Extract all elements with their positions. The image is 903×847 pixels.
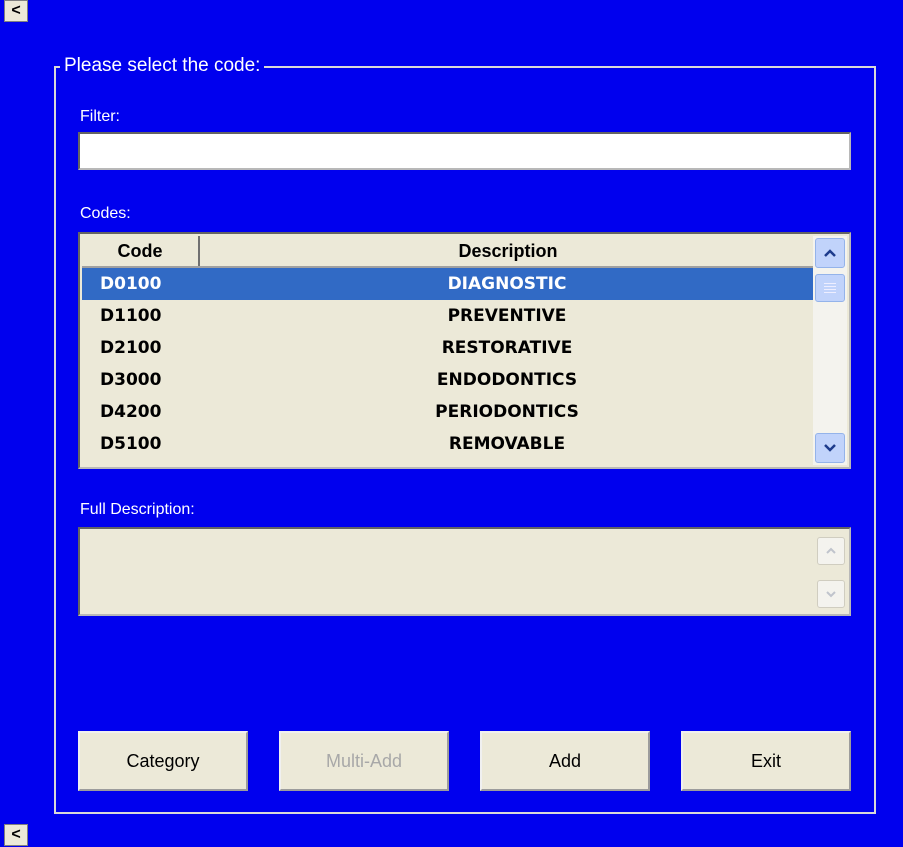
codes-rows: D0100 DIAGNOSTIC D1100 PREVENTIVE D2100 … <box>82 268 816 460</box>
codes-list[interactable]: Code Description D0100 DIAGNOSTIC D1100 … <box>78 232 851 469</box>
groupbox-title: Please select the code: <box>60 55 265 77</box>
multi-add-button[interactable]: Multi-Add <box>279 731 449 791</box>
category-button[interactable]: Category <box>78 731 248 791</box>
code-row-selected[interactable]: D0100 DIAGNOSTIC <box>82 268 816 300</box>
filter-input[interactable] <box>78 132 851 170</box>
exit-button[interactable]: Exit <box>681 731 851 791</box>
row-description: PREVENTIVE <box>447 306 567 326</box>
row-description: DIAGNOSTIC <box>447 274 567 294</box>
row-description: ENDODONTICS <box>436 370 578 390</box>
filter-label: Filter: <box>80 108 120 125</box>
chevron-up-icon <box>824 249 836 257</box>
full-description-box[interactable] <box>78 527 851 616</box>
scroll-up-button[interactable] <box>815 238 845 268</box>
desc-scroll-down-button <box>817 580 845 608</box>
collapse-top-button[interactable]: < <box>4 0 28 22</box>
row-description: PERIODONTICS <box>435 402 579 422</box>
code-row[interactable]: D1100 PREVENTIVE <box>82 300 816 332</box>
row-code: D5100 <box>100 434 162 454</box>
row-description: RESTORATIVE <box>441 338 573 358</box>
desc-scroll-up-button <box>817 537 845 565</box>
chevron-down-icon <box>826 591 836 598</box>
scroll-down-button[interactable] <box>815 433 845 463</box>
chevron-up-icon <box>826 547 836 554</box>
description-scrollbar <box>815 531 847 612</box>
code-row[interactable]: D3000 ENDODONTICS <box>82 364 816 396</box>
row-code: D4200 <box>100 402 162 422</box>
add-button[interactable]: Add <box>480 731 650 791</box>
column-header-description[interactable]: Description <box>200 236 816 266</box>
code-row[interactable]: D5100 REMOVABLE <box>82 428 816 460</box>
row-description: REMOVABLE <box>448 434 566 454</box>
codes-scrollbar[interactable] <box>813 236 847 465</box>
code-row[interactable]: D2100 RESTORATIVE <box>82 332 816 364</box>
row-code: D2100 <box>100 338 162 358</box>
scroll-thumb[interactable] <box>815 274 845 302</box>
column-header-code[interactable]: Code <box>82 236 200 266</box>
row-code: D0100 <box>100 274 162 294</box>
codes-list-header: Code Description <box>82 236 816 268</box>
full-description-label: Full Description: <box>80 501 195 518</box>
chevron-down-icon <box>824 444 836 452</box>
collapse-bottom-button[interactable]: < <box>4 824 28 846</box>
row-code: D3000 <box>100 370 162 390</box>
code-row[interactable]: D4200 PERIODONTICS <box>82 396 816 428</box>
row-code: D1100 <box>100 306 162 326</box>
codes-label: Codes: <box>80 205 131 222</box>
